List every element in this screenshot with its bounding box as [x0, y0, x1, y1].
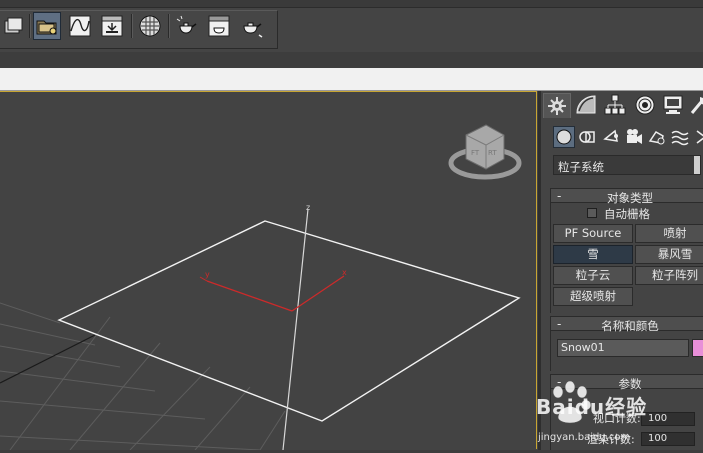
create-icon[interactable] [543, 93, 571, 118]
toolbar-top-strip [0, 0, 703, 8]
parray-button[interactable]: 粒子阵列 [635, 266, 703, 285]
main-toolbar [0, 0, 703, 52]
viewport-title-bar [0, 68, 703, 91]
object-name-field[interactable]: Snow01 [557, 339, 689, 357]
category-dropdown[interactable]: 粒子系统 [553, 155, 701, 175]
spacewarps-icon[interactable] [670, 127, 690, 147]
watermark-brand: Baidu经验 [536, 395, 648, 419]
object-color-swatch[interactable] [692, 339, 703, 357]
super-spray-button[interactable]: 超级喷射 [553, 287, 633, 306]
autogrid-label: 自动栅格 [604, 207, 650, 221]
open-folder-icon[interactable] [33, 12, 61, 40]
active-viewport-frame [0, 91, 537, 449]
schematic-view-icon[interactable] [99, 13, 125, 39]
modify-icon[interactable] [573, 93, 599, 117]
object-type-rollout: 自动栅格 PF Source 喷射 雪 暴风雪 粒子云 粒子阵列 超级喷射 [550, 203, 703, 313]
motion-icon[interactable] [632, 93, 658, 117]
utilities-icon[interactable] [686, 93, 703, 117]
perspective-viewport[interactable]: z y x FT RT [0, 91, 538, 450]
rendered-frame-icon[interactable] [206, 13, 232, 39]
lights-icon[interactable] [601, 127, 621, 147]
blizzard-button[interactable]: 暴风雪 [635, 245, 703, 264]
autogrid-checkbox[interactable] [587, 208, 597, 218]
shapes-icon[interactable] [577, 127, 597, 147]
ribbon-strip [0, 52, 703, 68]
pf-source-button[interactable]: PF Source [553, 224, 633, 243]
pcloud-button[interactable]: 粒子云 [553, 266, 633, 285]
spray-button[interactable]: 喷射 [635, 224, 703, 243]
toolbar-separator [131, 14, 133, 38]
helpers-icon[interactable] [647, 127, 667, 147]
render-setup-icon[interactable] [174, 13, 200, 39]
dropdown-arrow[interactable] [694, 156, 700, 174]
watermark-url: jingyan.baidu.com [538, 432, 631, 443]
toolbar-separator [29, 14, 31, 38]
material-editor-icon[interactable] [137, 13, 163, 39]
systems-icon[interactable] [693, 127, 703, 147]
curve-editor-icon[interactable] [67, 13, 93, 39]
hierarchy-icon[interactable] [602, 93, 628, 117]
toolbar-separator [168, 14, 170, 38]
render-icon[interactable] [239, 13, 265, 39]
cameras-icon[interactable] [624, 127, 644, 147]
object-type-rollout-header[interactable]: - 对象类型 [550, 188, 703, 205]
display-icon[interactable] [660, 93, 686, 117]
baidu-watermark: Baidu经验 jingyan.baidu.com [536, 377, 703, 450]
prev-icon[interactable] [2, 13, 28, 39]
name-color-rollout-header[interactable]: - 名称和颜色 [550, 316, 703, 333]
category-dropdown-value: 粒子系统 [558, 160, 604, 174]
snow-button[interactable]: 雪 [553, 245, 633, 264]
geometry-icon[interactable] [553, 126, 575, 148]
